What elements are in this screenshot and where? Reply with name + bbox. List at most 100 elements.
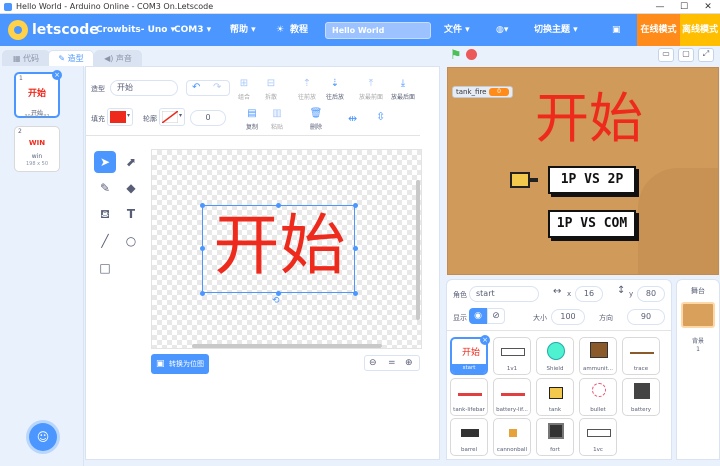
show-eye-icon[interactable]: ◉ [469, 308, 487, 324]
x-input[interactable]: 16 [575, 286, 603, 302]
fill-tool-icon[interactable]: ⛾ [94, 203, 116, 225]
sprite-tile[interactable]: bullet [579, 378, 617, 416]
horizontal-arrows-icon: ↔ [553, 286, 562, 297]
tab-costumes[interactable]: ✎ 造型 [48, 50, 94, 67]
costume-item[interactable]: 2 WIN win 198 x 50 [14, 126, 60, 172]
redo-icon[interactable]: ↷ [213, 82, 221, 93]
sprite-name: ammunit... [583, 366, 613, 372]
paste-button[interactable]: ▥ 粘贴 [264, 108, 290, 131]
tutorial-menu[interactable]: 教程 [290, 14, 308, 46]
sprite-tile[interactable]: Shield [536, 337, 574, 375]
help-menu[interactable]: 帮助 ▾ [230, 14, 256, 46]
resize-handle[interactable] [353, 246, 358, 251]
resize-handle[interactable] [200, 246, 205, 251]
back-button[interactable]: ⤓ 放最后面 [388, 78, 418, 101]
sprite-tile[interactable]: barrel [450, 418, 488, 456]
reshape-tool-icon[interactable]: ⬈ [120, 151, 142, 173]
sprite-tile[interactable]: tank [536, 378, 574, 416]
undo-icon[interactable]: ↶ [192, 82, 200, 93]
selection-box[interactable] [202, 205, 355, 293]
circle-tool-icon[interactable]: ○ [120, 230, 142, 252]
tab-sounds[interactable]: ◀) 声音 [94, 50, 142, 66]
resize-handle[interactable] [200, 291, 205, 296]
fullscreen-icon[interactable]: ⤢ [698, 48, 714, 62]
y-input[interactable]: 80 [637, 286, 665, 302]
hide-eye-icon[interactable]: ⊘ [487, 308, 505, 324]
delete-sprite-icon[interactable]: × [480, 335, 490, 345]
vertical-scrollbar[interactable] [416, 180, 420, 320]
zoom-reset-button[interactable]: = [388, 358, 396, 368]
ungroup-button[interactable]: ⊟ 拆散 [258, 78, 284, 101]
copy-button[interactable]: ▤ 复制 [239, 108, 265, 131]
fill-color-picker[interactable]: ▾ [107, 108, 133, 126]
eraser-tool-icon[interactable]: ◆ [120, 177, 142, 199]
stage-title-sprite[interactable]: 开始 [534, 84, 644, 154]
stage-1p-vs-2p[interactable]: 1P VS 2P [548, 166, 636, 194]
stage-selector[interactable]: 舞台 背景 1 [676, 279, 720, 460]
flip-vertical-icon[interactable]: ⇳ [376, 110, 385, 123]
sprite-tile[interactable]: battery-lif... [493, 378, 531, 416]
stage-1p-vs-com[interactable]: 1P VS COM [548, 210, 636, 238]
resize-handle[interactable] [353, 291, 358, 296]
green-flag-icon[interactable]: ⚑ [450, 48, 462, 63]
delete-costume-icon[interactable]: × [52, 70, 62, 80]
select-tool-icon[interactable]: ➤ [94, 151, 116, 173]
sprite-tile[interactable]: 1vc [579, 418, 617, 456]
tab-code[interactable]: ▦ 代码 [2, 50, 50, 66]
large-stage-icon[interactable]: ▢ [678, 48, 694, 62]
stage[interactable]: 开始 1P VS 2P 1P VS COM [447, 67, 719, 275]
sprite-tile[interactable]: battery [622, 378, 660, 416]
rotate-handle-icon[interactable]: ⟲ [272, 296, 280, 306]
resize-handle[interactable] [276, 203, 281, 208]
front-button[interactable]: ⤒ 放最前面 [356, 78, 386, 101]
outline-color-picker[interactable]: ▾ [159, 108, 185, 126]
project-title-input[interactable]: Hello World [325, 22, 431, 39]
backward-button[interactable]: ⇣ 往后放 [322, 78, 348, 101]
minimize-button[interactable]: — [648, 0, 672, 14]
direction-input[interactable]: 90 [627, 309, 665, 325]
theme-menu[interactable]: 切换主题 ▾ [534, 14, 578, 46]
resize-handle[interactable] [200, 203, 205, 208]
tank-selector-icon[interactable] [510, 172, 530, 188]
outline-width-input[interactable]: 0 [190, 110, 226, 126]
sprite-tile[interactable]: cannonball [493, 418, 531, 456]
horizontal-scrollbar[interactable] [192, 344, 382, 348]
vertical-arrows-icon: ↕ [617, 285, 626, 296]
sprite-tile[interactable]: fort [536, 418, 574, 456]
zoom-out-icon[interactable]: ⊖ [369, 358, 377, 368]
brush-tool-icon[interactable]: ✎ [94, 177, 116, 199]
outline-label: 轮廓 [143, 115, 157, 123]
costume-name-input[interactable]: 开始 [110, 80, 178, 96]
sprite-tile[interactable]: ammunit... [579, 337, 617, 375]
flip-horizontal-icon[interactable]: ⇹ [348, 112, 357, 125]
text-tool-icon[interactable]: T [120, 203, 142, 225]
file-menu[interactable]: 文件 ▾ [444, 14, 470, 46]
small-stage-icon[interactable]: ▭ [658, 48, 674, 62]
device-menu[interactable]: Crowbits- Uno ▾ [96, 14, 175, 46]
sprite-name-input[interactable]: start [469, 286, 539, 302]
forward-button[interactable]: ⇡ 往前放 [294, 78, 320, 101]
add-costume-button[interactable]: ☺ [29, 423, 57, 451]
convert-bitmap-button[interactable]: ▣ 转换为位图 [151, 354, 209, 374]
resize-handle[interactable] [353, 203, 358, 208]
delete-button[interactable]: 🗑 删除 [303, 108, 329, 131]
rectangle-tool-icon[interactable]: □ [94, 257, 116, 279]
sprite-tile[interactable]: 1v1 [493, 337, 531, 375]
size-input[interactable]: 100 [551, 309, 585, 325]
costume-item[interactable]: 1 开始 开始 304 x 132 × [14, 70, 62, 120]
backdrop-thumbnail[interactable] [681, 302, 715, 328]
close-button[interactable]: ✕ [696, 0, 720, 14]
line-tool-icon[interactable]: ╱ [94, 230, 116, 252]
offline-mode-button[interactable]: 离线模式 [680, 14, 720, 46]
sprite-tile[interactable]: 开始 start × [450, 335, 490, 375]
camera-icon[interactable]: ▣ [612, 14, 621, 46]
zoom-in-icon[interactable]: ⊕ [405, 358, 413, 368]
stop-icon[interactable] [466, 49, 477, 60]
sprite-tile[interactable]: tank-lifebar [450, 378, 488, 416]
port-menu[interactable]: COM3 ▾ [174, 14, 211, 46]
group-button[interactable]: ⊞ 组合 [231, 78, 257, 101]
maximize-button[interactable]: ☐ [672, 0, 696, 14]
sprite-tile[interactable]: trace [622, 337, 660, 375]
online-mode-button[interactable]: 在线模式 [637, 14, 680, 46]
globe-icon[interactable]: ◍▾ [496, 14, 508, 46]
